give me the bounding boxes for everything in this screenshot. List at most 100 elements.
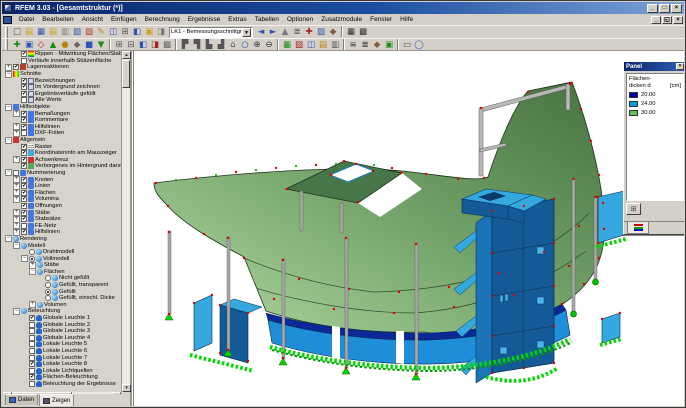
- scroll-down-arrow[interactable]: ▼: [122, 384, 131, 392]
- toolbar-button[interactable]: ■: [83, 39, 95, 51]
- mdi-minimize-button[interactable]: _: [651, 16, 661, 24]
- tree-item[interactable]: Lokale Leuchte 6: [3, 348, 121, 355]
- toolbar-button[interactable]: ◆: [371, 39, 383, 51]
- expand-icon[interactable]: +: [29, 301, 36, 308]
- menu-einfügen[interactable]: Einfügen: [107, 16, 141, 23]
- tree-item[interactable]: −Hilfsobjekte: [3, 104, 121, 111]
- tree-item[interactable]: +✔Stabsätze: [3, 216, 121, 223]
- checkbox[interactable]: [29, 335, 35, 341]
- radio-button[interactable]: [45, 282, 51, 288]
- toolbar-button[interactable]: ◧: [137, 39, 149, 51]
- tree-item[interactable]: Verläufe innerhalb Stützenfläche: [3, 58, 121, 65]
- toolbar-button[interactable]: ◆: [327, 26, 339, 38]
- tree-item[interactable]: −Flächen: [3, 269, 121, 276]
- tree-item[interactable]: ✔Rippen - Mitwirkung Flächen/Stab: [3, 51, 121, 58]
- toolbar-button[interactable]: ▦: [281, 39, 293, 51]
- checkbox[interactable]: ✔: [21, 150, 27, 156]
- toolbar-button[interactable]: ○: [239, 39, 251, 51]
- collapse-icon[interactable]: −: [5, 137, 12, 144]
- checkbox[interactable]: ✔: [21, 124, 27, 130]
- tree-item[interactable]: Globale Leuchte 2: [3, 321, 121, 328]
- tree-item[interactable]: Globale Leuchte 4: [3, 335, 121, 342]
- tree-item[interactable]: +✔Volumina: [3, 196, 121, 203]
- toolbar-button[interactable]: ▣: [23, 39, 35, 51]
- toolbar-button[interactable]: ⊖: [263, 39, 275, 51]
- tree-item[interactable]: +✔Stäbe: [3, 209, 121, 216]
- checkbox[interactable]: ✔: [21, 203, 27, 209]
- toolbar-button[interactable]: ▦: [345, 26, 357, 38]
- toolbar-button[interactable]: ▤: [317, 39, 329, 51]
- tree-item[interactable]: ✔Im Vordergrund zeichnen: [3, 84, 121, 91]
- toolbar-button[interactable]: ◨: [155, 26, 167, 38]
- toolbar-button[interactable]: ▙: [203, 39, 215, 51]
- checkbox[interactable]: ✔: [21, 190, 27, 196]
- toolbar-button[interactable]: ≣: [359, 39, 371, 51]
- tree-vertical-scrollbar[interactable]: ▲ ▼: [121, 51, 130, 392]
- panel-tab-colors[interactable]: [627, 222, 649, 234]
- toolbar-button[interactable]: ▩: [357, 26, 369, 38]
- toolbar-button[interactable]: ⊞: [119, 26, 131, 38]
- tree-item[interactable]: ✔Koordinateninfo am Mauszeiger: [3, 150, 121, 157]
- tree-item[interactable]: −Vollmodell: [3, 255, 121, 262]
- graphics-workspace[interactable]: Panel × Flächen- [cm]dicken d 20.0024.00…: [133, 51, 684, 406]
- toolbar-button[interactable]: ▜: [191, 39, 203, 51]
- mdi-close-button[interactable]: ×: [673, 16, 683, 24]
- menu-ansicht[interactable]: Ansicht: [78, 16, 107, 23]
- menu-zusatzmodule[interactable]: Zusatzmodule: [317, 16, 366, 23]
- radio-button[interactable]: [45, 289, 51, 295]
- tree-item[interactable]: Gefüllt, einschl. Dicke: [3, 295, 121, 302]
- toolbar-button[interactable]: □: [11, 26, 23, 38]
- checkbox[interactable]: ✔: [21, 111, 27, 117]
- toolbar-button[interactable]: ◨: [149, 39, 161, 51]
- toolbar-button[interactable]: ◧: [131, 26, 143, 38]
- combobox-dropdown-arrow[interactable]: ▼: [242, 28, 251, 37]
- tree-item[interactable]: Gefüllt: [3, 288, 121, 295]
- checkbox[interactable]: [29, 341, 35, 347]
- tree-item[interactable]: Beleuchtung der Ergebnisse: [3, 381, 121, 388]
- checkbox[interactable]: [29, 355, 35, 361]
- loadcase-combobox[interactable]: LK1 - Bemessungsschnittgrößen ▼: [169, 27, 253, 38]
- checkbox[interactable]: [29, 322, 35, 328]
- mdi-document-icon[interactable]: [3, 16, 12, 24]
- tree-item[interactable]: +Stäbe: [3, 262, 121, 269]
- checkbox[interactable]: [21, 130, 27, 136]
- toolbar-button[interactable]: ◇: [35, 39, 47, 51]
- menu-extras[interactable]: Extras: [224, 16, 250, 23]
- toolbar-button[interactable]: ▤: [47, 26, 59, 38]
- tree-item[interactable]: +✔Achsenkreuz: [3, 157, 121, 164]
- toolbar-button[interactable]: ✎: [95, 26, 107, 38]
- tree-item[interactable]: +✔Hilfslinien: [3, 229, 121, 236]
- tree-item[interactable]: +✔Bemaßungen: [3, 110, 121, 117]
- radio-button[interactable]: [45, 275, 51, 281]
- toolbar-button[interactable]: ◫: [305, 39, 317, 51]
- checkbox[interactable]: ✔: [29, 374, 35, 380]
- toolbar-button[interactable]: ◯: [413, 39, 425, 51]
- menu-berechnung[interactable]: Berechnung: [141, 16, 184, 23]
- toolbar-button[interactable]: ⌂: [227, 39, 239, 51]
- scrollbar-thumb[interactable]: [122, 60, 130, 88]
- maximize-button[interactable]: □: [659, 4, 670, 13]
- toolbar-grip[interactable]: [5, 27, 8, 38]
- toolbar-button[interactable]: ✚: [11, 39, 23, 51]
- menu-ergebnisse[interactable]: Ergebnisse: [184, 16, 225, 23]
- checkbox[interactable]: ✔: [21, 78, 27, 84]
- menu-datei[interactable]: Datei: [15, 16, 38, 23]
- checkbox[interactable]: ✔: [21, 229, 27, 235]
- close-button[interactable]: ×: [671, 4, 682, 13]
- minimize-button[interactable]: _: [647, 4, 658, 13]
- checkbox[interactable]: ✔: [21, 163, 27, 169]
- checkbox[interactable]: ✔: [21, 117, 27, 123]
- collapse-icon[interactable]: −: [21, 255, 28, 262]
- tree-item[interactable]: Lokale Leuchte 5: [3, 341, 121, 348]
- tree-item[interactable]: Lokale Leuchte 7: [3, 354, 121, 361]
- panel-title-bar[interactable]: Panel ×: [624, 62, 684, 71]
- toolbar-button[interactable]: ▨: [315, 26, 327, 38]
- scroll-up-arrow[interactable]: ▲: [122, 51, 131, 59]
- collapse-icon[interactable]: −: [5, 235, 12, 242]
- menu-fenster[interactable]: Fenster: [366, 16, 396, 23]
- toolbar-button[interactable]: ►: [267, 26, 279, 38]
- results-panel-window[interactable]: Panel × Flächen- [cm]dicken d 20.0024.00…: [623, 61, 684, 235]
- navigator-tab-daten[interactable]: Daten: [5, 394, 38, 405]
- tree-item[interactable]: +FE-Netz: [3, 222, 121, 229]
- toolbar-button[interactable]: ◫: [107, 26, 119, 38]
